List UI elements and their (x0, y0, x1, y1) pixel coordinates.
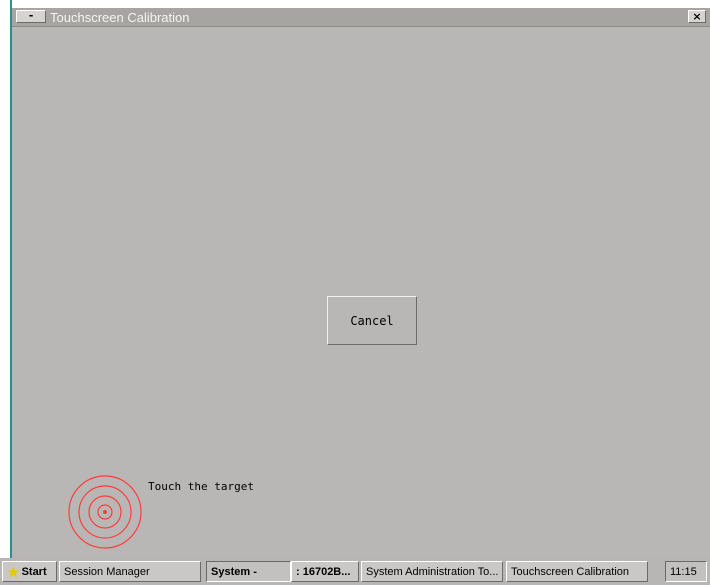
taskbar-item-label: : 16702B... (296, 565, 351, 578)
taskbar-item-16702b[interactable]: : 16702B... (291, 561, 359, 582)
clock-label: 11:15 (670, 565, 697, 578)
start-label: Start (21, 565, 47, 578)
window-title: Touchscreen Calibration (50, 10, 190, 25)
calibration-target-icon[interactable] (67, 474, 143, 550)
start-button[interactable]: ★ Start (2, 561, 57, 582)
taskbar-item-label: System - (211, 565, 257, 578)
taskbar-item-system[interactable]: System - (206, 561, 291, 582)
window-menu-button[interactable]: - (16, 10, 46, 23)
cancel-button-label: Cancel (350, 313, 394, 328)
calibration-window: - Touchscreen Calibration × Cancel Touch… (12, 8, 710, 558)
taskbar-item-system-administration[interactable]: System Administration To... (361, 561, 503, 582)
close-button[interactable]: × (688, 10, 706, 23)
instruction-text: Touch the target (148, 480, 254, 493)
taskbar-item-session-manager[interactable]: Session Manager (59, 561, 201, 582)
title-bar[interactable]: - Touchscreen Calibration × (12, 8, 710, 27)
cancel-button[interactable]: Cancel (327, 296, 417, 345)
taskbar-item-label: Session Manager (64, 565, 150, 578)
taskbar-item-label: Touchscreen Calibration (511, 565, 630, 578)
taskbar-clock: 11:15 (665, 561, 707, 582)
taskbar: ★ Start Session Manager System - : 16702… (0, 558, 710, 585)
start-star-icon: ★ (7, 563, 20, 580)
taskbar-item-label: System Administration To... (366, 565, 499, 578)
taskbar-item-touchscreen-calibration[interactable]: Touchscreen Calibration (506, 561, 648, 582)
target-dot (103, 510, 107, 514)
